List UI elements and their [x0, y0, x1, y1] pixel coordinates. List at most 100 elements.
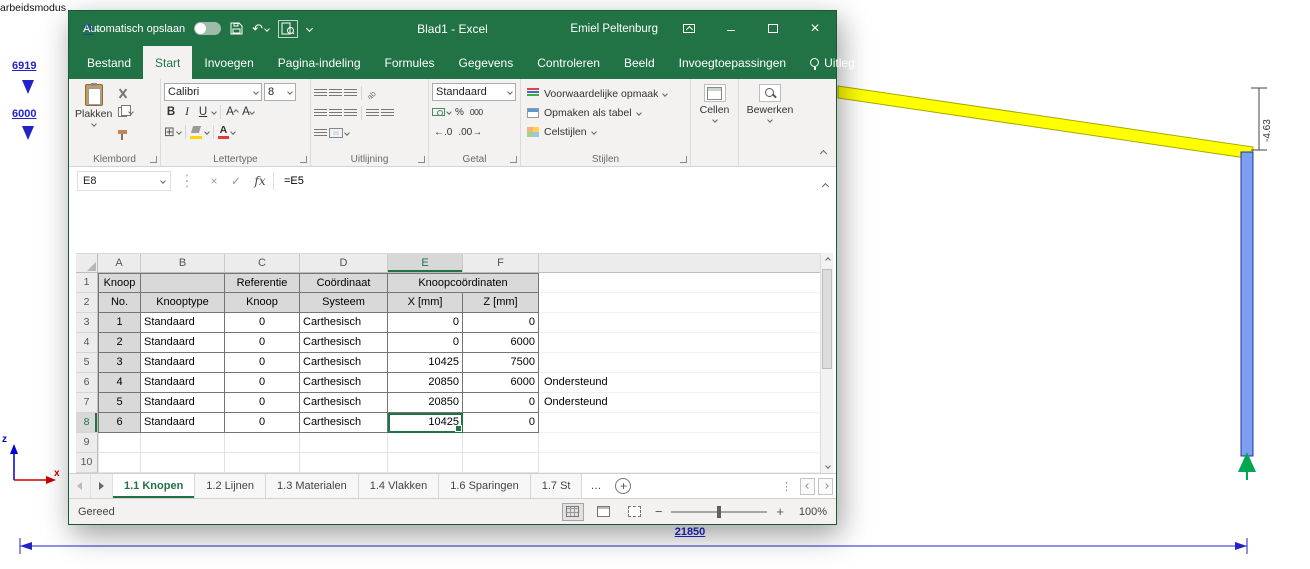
cell-B10[interactable] [141, 453, 225, 473]
fill-color-dropdown-icon[interactable] [204, 129, 210, 135]
borders-button[interactable] [164, 123, 175, 141]
cell-B2[interactable]: Knooptype [141, 293, 225, 313]
copy-button[interactable] [118, 105, 135, 119]
cell-fill-5[interactable] [539, 353, 820, 373]
borders-dropdown-icon[interactable] [176, 129, 182, 135]
increase-indent-button[interactable] [381, 108, 394, 118]
cell-B8[interactable]: Standaard [141, 413, 225, 433]
sheet-tab-1-1-knopen[interactable]: 1.1 Knopen [113, 474, 196, 498]
column-header-C[interactable]: C [225, 254, 300, 273]
cell-C7[interactable]: 0 [225, 393, 300, 413]
cell-C3[interactable]: 0 [225, 313, 300, 333]
cell-A8[interactable]: 6 [98, 413, 141, 433]
cell-D8[interactable]: Carthesisch [300, 413, 388, 433]
column-header-E[interactable]: E [388, 254, 463, 273]
cell-D5[interactable]: Carthesisch [300, 353, 388, 373]
cell-D2[interactable]: Systeem [300, 293, 388, 313]
cell-E7[interactable]: 20850 [388, 393, 463, 413]
styles-dialog-launcher-icon[interactable] [680, 156, 687, 163]
cell-F7[interactable]: 0 [463, 393, 539, 413]
row-header-4[interactable]: 4 [76, 333, 98, 353]
sheet-nav-left-icon[interactable] [69, 474, 91, 498]
ribbon-tab-gegevens[interactable]: Gegevens [447, 46, 526, 79]
row-header-7[interactable]: 7 [76, 393, 98, 413]
currency-dropdown-icon[interactable] [446, 109, 452, 115]
cell-B4[interactable]: Standaard [141, 333, 225, 353]
sheet-tab-1-6-sparingen[interactable]: 1.6 Sparingen [439, 474, 531, 498]
cancel-entry-icon[interactable] [203, 174, 225, 188]
zoom-in-button[interactable] [776, 504, 784, 519]
cell-styles-button[interactable]: Celstijlen [524, 123, 687, 140]
cell-E1[interactable]: Knoopcoördinaten [388, 273, 539, 293]
ribbon-tab-invoegtoepassingen[interactable]: Invoegtoepassingen [667, 46, 798, 79]
clipboard-dialog-launcher-icon[interactable] [150, 156, 157, 163]
align-left-button[interactable] [314, 108, 327, 118]
scroll-down-icon[interactable] [821, 459, 834, 473]
align-center-button[interactable] [329, 108, 342, 118]
cell-F8[interactable]: 0 [463, 413, 539, 433]
font-dialog-launcher-icon[interactable] [300, 156, 307, 163]
decrease-indent-button[interactable] [366, 108, 379, 118]
editing-button[interactable]: Bewerken [742, 82, 798, 124]
cell-F6[interactable]: 6000 [463, 373, 539, 393]
row-header-5[interactable]: 5 [76, 353, 98, 373]
cell-C5[interactable]: 0 [225, 353, 300, 373]
row-header-8[interactable]: 8 [76, 413, 98, 433]
merge-center-button[interactable] [329, 128, 343, 138]
cell-fill-2[interactable] [539, 293, 820, 313]
cell-F4[interactable]: 6000 [463, 333, 539, 353]
cell-A10[interactable] [98, 453, 141, 473]
select-all-corner[interactable] [76, 254, 98, 273]
name-box-dropdown-icon[interactable] [160, 177, 166, 184]
ribbon-tab-controleren[interactable]: Controleren [525, 46, 612, 79]
cell-E8[interactable]: 10425 [388, 413, 463, 433]
increase-font-button[interactable]: A [225, 104, 239, 120]
ribbon-tab-pagina-indeling[interactable]: Pagina-indeling [266, 46, 373, 79]
cell-C8[interactable]: 0 [225, 413, 300, 433]
font-color-button[interactable]: A [217, 125, 229, 140]
cell-E9[interactable] [388, 433, 463, 453]
sheet-nav-right-icon[interactable] [91, 474, 113, 498]
align-right-button[interactable] [344, 108, 357, 118]
merge-dropdown-icon[interactable] [344, 130, 350, 136]
font-color-dropdown-icon[interactable] [230, 129, 236, 135]
title-bar[interactable]: Automatisch opslaan Blad1 - Excel Emiel … [69, 11, 836, 46]
cell-C1[interactable]: Referentie [225, 273, 300, 293]
zoom-slider[interactable] [671, 505, 768, 519]
alignment-dialog-launcher-icon[interactable] [418, 156, 425, 163]
cell-A1[interactable]: Knoop [98, 273, 141, 293]
redo-icon[interactable] [83, 21, 101, 37]
orientation-button[interactable] [366, 87, 379, 99]
page-layout-view-button[interactable] [593, 503, 615, 521]
decrease-decimal-button[interactable]: .00→ [456, 127, 484, 138]
insert-function-icon[interactable]: fx [247, 174, 273, 188]
underline-dropdown-icon[interactable] [211, 109, 217, 115]
zoom-out-button[interactable] [655, 504, 663, 519]
hidden-tabs-ellipsis[interactable]: … [582, 474, 609, 498]
normal-view-button[interactable] [561, 502, 584, 521]
wrap-text-button[interactable] [314, 128, 327, 138]
cell-F2[interactable]: Z [mm] [463, 293, 539, 313]
row-header-6[interactable]: 6 [76, 373, 98, 393]
underline-button[interactable]: U [196, 104, 210, 120]
cell-F10[interactable] [463, 453, 539, 473]
collapse-ribbon-icon[interactable] [819, 143, 828, 161]
cell-C6[interactable]: 0 [225, 373, 300, 393]
cell-D1[interactable]: Coördinaat [300, 273, 388, 293]
cell-note-7[interactable]: Ondersteund [539, 393, 820, 413]
format-painter-button[interactable] [118, 124, 133, 140]
tab-scroll-right-icon[interactable] [818, 477, 833, 495]
align-top-button[interactable] [314, 88, 327, 98]
vertical-scrollbar[interactable] [820, 253, 833, 473]
paste-button[interactable]: Plakken [72, 82, 115, 151]
sheet-tab-1-4-vlakken[interactable]: 1.4 Vlakken [358, 474, 440, 498]
row-header-9[interactable]: 9 [76, 433, 98, 453]
formula-input[interactable]: =E5 [284, 175, 304, 187]
close-icon[interactable] [794, 11, 836, 46]
cell-D3[interactable]: Carthesisch [300, 313, 388, 333]
cell-D9[interactable] [300, 433, 388, 453]
cell-fill-1[interactable] [539, 273, 820, 293]
tab-scroll-left-icon[interactable] [800, 477, 815, 495]
cell-B1[interactable] [141, 273, 225, 293]
cell-C9[interactable] [225, 433, 300, 453]
